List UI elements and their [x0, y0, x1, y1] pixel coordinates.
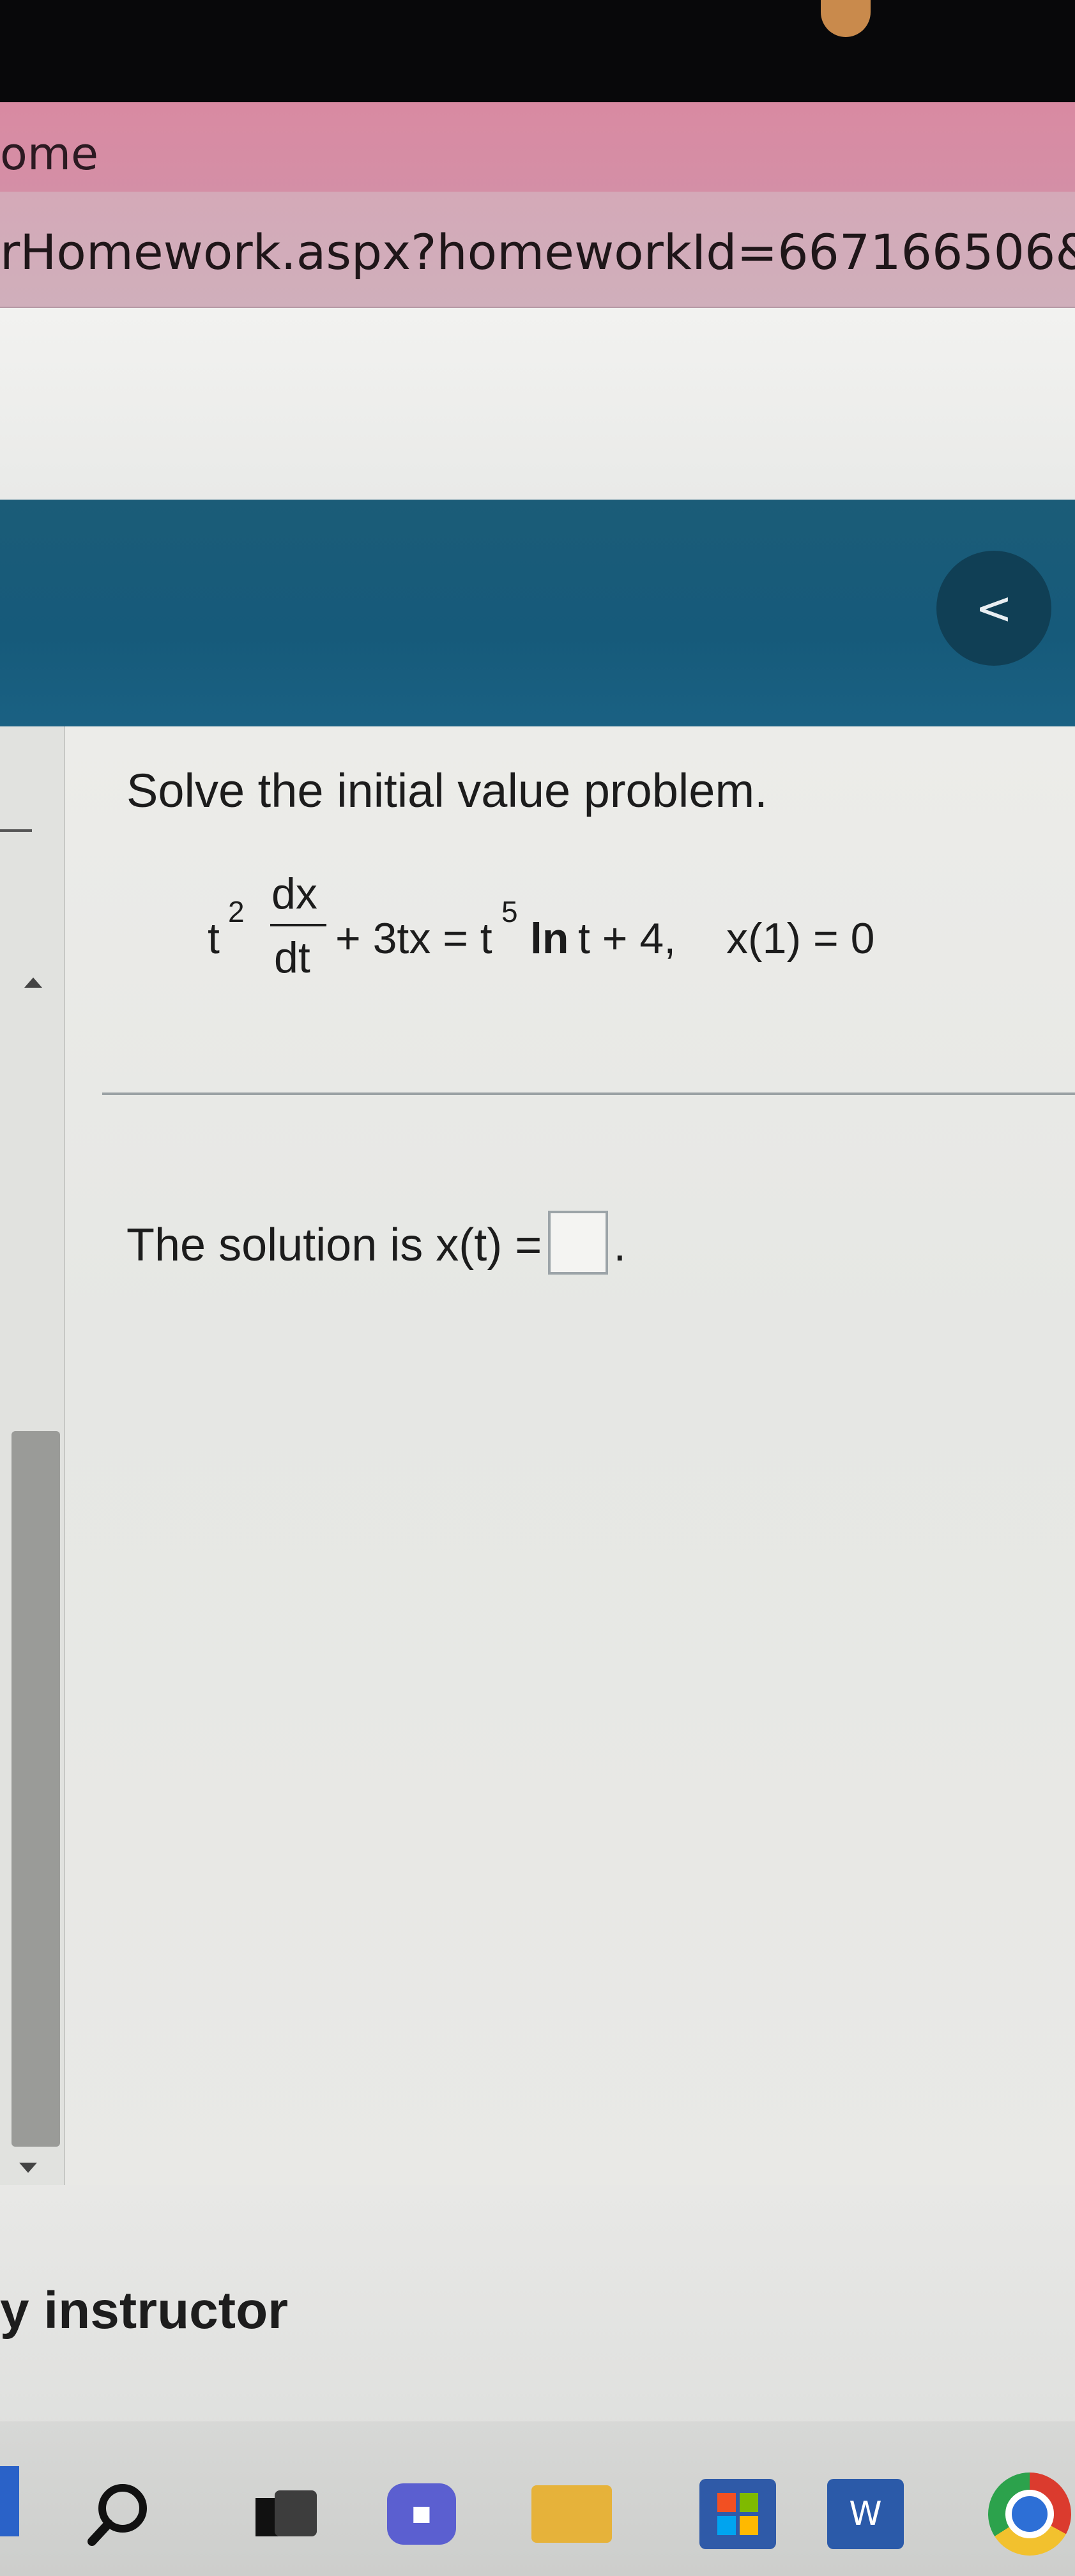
- eq-fraction-numerator: dx: [271, 870, 317, 918]
- search-icon[interactable]: [83, 2479, 153, 2549]
- meet-icon[interactable]: ■: [383, 2479, 460, 2549]
- solution-suffix: .: [613, 1220, 627, 1271]
- store-icon[interactable]: [696, 2479, 779, 2549]
- taskbar-active-indicator: [0, 2466, 19, 2536]
- chrome-icon[interactable]: [984, 2472, 1075, 2556]
- previous-question-button[interactable]: <: [936, 551, 1051, 666]
- folder-tile: [531, 2485, 612, 2543]
- chrome-center: [1005, 2490, 1054, 2538]
- page-top-area: [0, 308, 1075, 500]
- scroll-up-arrow-icon[interactable]: [24, 977, 42, 988]
- word-tile: W: [827, 2479, 904, 2549]
- browser-tab-strip: [0, 102, 1075, 192]
- meet-icon-tile: ■: [387, 2483, 456, 2545]
- monitor-bezel: [0, 0, 1075, 102]
- browser-tab-title[interactable]: ome: [0, 128, 98, 180]
- differential-equation: t 2 dx dt + 3tx = t 5 ln t + 4, x(1) = 0: [208, 869, 942, 997]
- eq-rest: t + 4,: [578, 914, 676, 963]
- store-bag: [699, 2479, 776, 2549]
- chrome-ring: [987, 2472, 1071, 2556]
- search-icon-glyph: [88, 2484, 147, 2546]
- task-view-icon[interactable]: [249, 2479, 319, 2549]
- question-prompt: Solve the initial value problem.: [126, 764, 768, 817]
- initial-condition: x(1) = 0: [726, 914, 875, 963]
- eq-exponent-5: 5: [501, 895, 518, 928]
- eq-middle-terms: + 3tx = t: [335, 914, 492, 963]
- address-url[interactable]: rHomework.aspx?homeworkId=667166506&que: [0, 224, 1075, 280]
- solution-line: The solution is x(t) =.: [126, 1211, 626, 1275]
- screen: ome rHomework.aspx?homeworkId=667166506&…: [0, 0, 1075, 2576]
- eq-coefficient: t: [208, 914, 220, 963]
- chevron-left-icon: <: [975, 582, 1013, 634]
- scroll-down-arrow-icon[interactable]: [19, 2163, 37, 2173]
- word-icon[interactable]: W: [824, 2479, 907, 2549]
- question-divider: [102, 1092, 1075, 1095]
- file-explorer-icon[interactable]: [530, 2479, 613, 2549]
- rail-divider: [0, 829, 32, 832]
- eq-fraction-denominator: dt: [274, 933, 310, 982]
- task-view-front: [275, 2490, 317, 2536]
- solution-prefix: The solution is x(t) =: [126, 1220, 542, 1271]
- eq-ln: ln: [530, 914, 569, 963]
- eq-exponent-2: 2: [228, 895, 245, 928]
- eq-fraction-bar: [270, 924, 326, 926]
- scrollbar-thumb[interactable]: [11, 1431, 60, 2147]
- assignment-header: [0, 500, 1075, 726]
- ask-instructor-link[interactable]: y instructor: [0, 2281, 288, 2341]
- answer-input-box[interactable]: [548, 1211, 609, 1275]
